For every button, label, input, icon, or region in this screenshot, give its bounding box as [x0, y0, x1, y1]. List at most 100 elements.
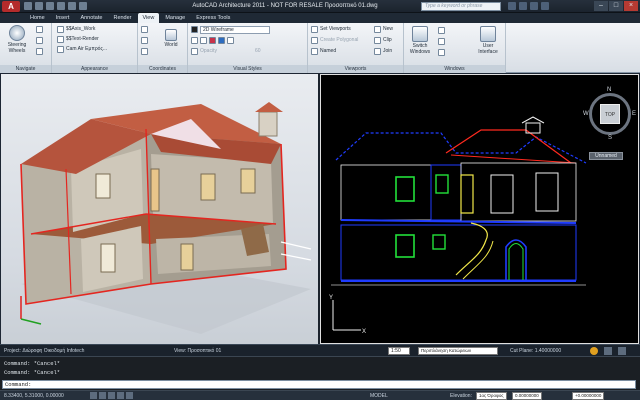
compass-west-label[interactable]: W [583, 111, 589, 117]
user-interface-button[interactable]: User Interface [474, 26, 502, 55]
save-icon[interactable] [46, 2, 54, 10]
visual-styles-panel-title[interactable]: Visual Styles [188, 65, 307, 73]
help-search-input[interactable]: Type a keyword or phrase [421, 2, 501, 11]
help-icon[interactable] [541, 2, 549, 10]
scale-select[interactable]: 1:50 [388, 347, 410, 355]
viewport-2d-wireframe[interactable]: Y X TOP N S E W Unnamed [320, 74, 639, 344]
elevation-value-field[interactable]: 0.00000000 [512, 392, 542, 400]
window-title: AutoCAD Architecture 2011 - NOT FOR RESA… [192, 3, 378, 9]
application-menu-button[interactable]: A [2, 1, 20, 12]
maximize-button[interactable]: □ [609, 1, 623, 11]
viewcube-top-face[interactable]: TOP [600, 104, 620, 124]
snap-icon[interactable] [90, 392, 97, 399]
pan-button[interactable] [36, 25, 43, 34]
model-space-button[interactable]: MODEL [370, 392, 388, 400]
coordinates-panel-title[interactable]: Coordinates [138, 65, 187, 73]
cascade-button[interactable] [438, 48, 445, 57]
opacity-label: Opacity [200, 48, 217, 54]
osnap-icon[interactable] [126, 392, 133, 399]
shadows-icon[interactable] [227, 37, 234, 44]
tab-render[interactable]: Render [108, 13, 136, 23]
clip-label: Clip [383, 37, 392, 43]
new-viewport-button[interactable]: New [374, 25, 393, 34]
polar-icon[interactable] [117, 392, 124, 399]
tile-vertical-button[interactable] [438, 37, 445, 46]
coordinate-display[interactable]: 8.33400, 5.31000, 0.00000 [4, 392, 64, 400]
view-icon [57, 36, 64, 43]
ucs-x-button[interactable] [141, 47, 148, 56]
zoom-button[interactable] [36, 36, 43, 45]
tab-insert[interactable]: Insert [51, 13, 75, 23]
svg-text:Y: Y [329, 295, 333, 301]
tab-annotate[interactable]: Annotate [75, 13, 107, 23]
lighting-icon[interactable] [218, 37, 225, 44]
create-polygonal-button[interactable]: Create Polygonal [311, 36, 358, 45]
ortho-icon[interactable] [108, 392, 115, 399]
named-label: Named [320, 48, 337, 54]
tab-express-tools[interactable]: Express Tools [191, 13, 235, 23]
tab-home[interactable]: Home [25, 13, 50, 23]
new-file-icon[interactable] [24, 2, 32, 10]
ucs-icon-button[interactable] [141, 25, 148, 34]
elevation-offset-field[interactable]: +0.00000000 [572, 392, 605, 400]
appearance-row-text[interactable]: $$Text-Render [57, 35, 99, 44]
undo-icon[interactable] [57, 2, 65, 10]
switch-windows-button[interactable]: Switch Windows [406, 26, 434, 55]
set-viewports-button[interactable]: Set Viewports [311, 25, 351, 34]
command-window: Command: *Cancel* Command: *Cancel* Comm… [0, 356, 640, 390]
viewport-3d-perspective[interactable] [1, 74, 318, 344]
minimize-button[interactable]: – [594, 1, 608, 11]
elevation-level-select[interactable]: 1ος Όροφος [476, 392, 507, 400]
face-style-icon[interactable] [200, 37, 207, 44]
compass-south-label[interactable]: S [608, 135, 612, 141]
opacity-value: 60 [254, 48, 261, 54]
infocenter-toolbar [508, 2, 549, 10]
color-icon[interactable] [209, 37, 216, 44]
open-file-icon[interactable] [35, 2, 43, 10]
cut-plane-label[interactable]: Cut Plane: 1.40000000 [510, 348, 561, 354]
binoculars-icon[interactable] [508, 2, 516, 10]
display-configuration-select[interactable]: Περιπλάνηση Κατώρειων [418, 347, 498, 355]
visual-style-select[interactable]: 2D Wireframe [191, 25, 270, 34]
appearance-row-camera[interactable]: Cam Air Εμπρός... [57, 45, 107, 54]
join-viewport-button[interactable]: Join [374, 47, 392, 56]
edges-icon[interactable] [191, 37, 198, 44]
drafting-toggles [90, 392, 133, 400]
annotation-warning-icon[interactable] [590, 347, 598, 355]
opacity-control[interactable]: Opacity 60 [191, 47, 261, 56]
world-ucs-button[interactable]: World [158, 29, 184, 48]
favorites-star-icon[interactable] [530, 2, 538, 10]
navigate-panel-title[interactable]: Navigate [0, 65, 51, 73]
tab-manage[interactable]: Manage [160, 13, 190, 23]
navigate-panel: Steering Wheels Navigate [0, 23, 52, 73]
compass-north-label[interactable]: N [607, 87, 611, 93]
tile-horizontal-button[interactable] [438, 26, 445, 35]
appearance-row-axis[interactable]: $$Axis_Work [57, 25, 95, 34]
orbit-button[interactable] [36, 47, 43, 56]
project-label: Project: Διώροφη Οικοδομή Infotech [4, 348, 85, 354]
plot-icon[interactable] [79, 2, 87, 10]
zoom-icon [36, 37, 43, 44]
named-viewports-button[interactable]: Named [311, 47, 336, 56]
axis-view-label: $$Axis_Work [66, 26, 96, 32]
compass-east-label[interactable]: E [632, 111, 636, 117]
clean-screen-icon[interactable] [618, 347, 626, 355]
viewports-panel-title[interactable]: Viewports [308, 65, 403, 73]
ucs-origin-button[interactable] [141, 36, 148, 45]
windows-panel-title[interactable]: Windows [404, 65, 505, 73]
command-input[interactable]: Command: [2, 380, 636, 389]
clip-viewport-button[interactable]: Clip [374, 36, 392, 45]
polygon-icon [311, 37, 318, 44]
redo-icon[interactable] [68, 2, 76, 10]
communication-center-icon[interactable] [519, 2, 527, 10]
steering-wheel-icon [9, 25, 25, 41]
viewports-icon [311, 26, 318, 33]
lock-ui-icon[interactable] [604, 347, 612, 355]
tab-view[interactable]: View [137, 13, 160, 23]
grid-icon[interactable] [99, 392, 106, 399]
wcs-menu[interactable]: Unnamed [589, 152, 623, 160]
set-viewports-label: Set Viewports [320, 26, 351, 32]
appearance-panel-title[interactable]: Appearance [52, 65, 137, 73]
close-button[interactable]: × [624, 1, 638, 11]
steering-wheels-button[interactable]: Steering Wheels [3, 25, 31, 54]
